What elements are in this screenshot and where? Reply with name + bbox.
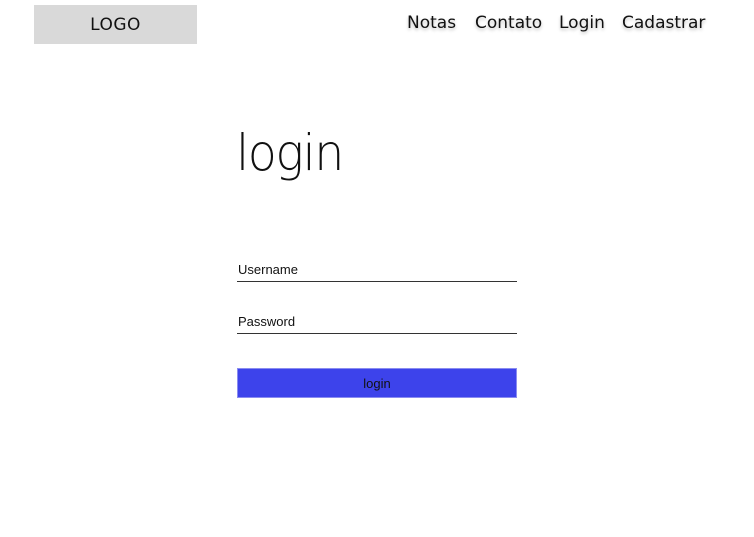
login-page: LOGO Notas Contato Login Cadastrar login… [0,0,754,537]
password-field [237,310,518,334]
logo-text: LOGO [90,14,141,35]
nav-link-contato[interactable]: Contato [475,13,542,33]
nav-link-notas[interactable]: Notas [407,13,456,33]
password-input[interactable] [237,310,518,333]
nav-link-login[interactable]: Login [559,13,605,33]
login-button[interactable]: login [237,368,517,398]
username-input[interactable] [237,258,518,281]
logo[interactable]: LOGO [34,5,197,44]
page-title: login [236,124,344,182]
nav-link-cadastrar[interactable]: Cadastrar [622,13,705,33]
username-field [237,258,518,282]
